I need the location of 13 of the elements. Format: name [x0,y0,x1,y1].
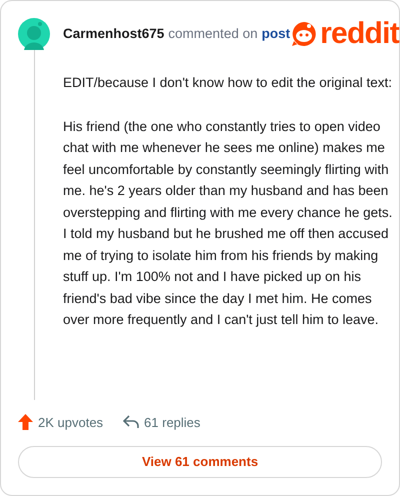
logo-text: reddit [320,19,399,49]
comment-paragraph: His friend (the one who constantly tries to open video chat with me whenever he sees me online) makes me feel uncomfortable by constantly seemingly flirting with me. he's 2 years older than my husband and has been overstepping and flirting with me every chance he gets. I told my husband but he brushed me off then accused me of trying to isolate him from his friends by making stuff up. I'm 100% not and I have picked up on his friend's bad vibe since the day I met him. He comes over more frequently and I can't just tell him to leave. [63,118,394,329]
reply-icon[interactable] [123,415,140,430]
comment-paragraph: EDIT/because I don't know how to edit the original text: [63,74,394,92]
reply-count: 61 replies [144,414,200,432]
view-comments-button[interactable]: View 61 comments [18,446,382,478]
username[interactable]: Carmenhost675 [63,24,164,44]
avatar-icon [18,18,50,50]
upvote-icon[interactable] [18,414,33,430]
logo-icon [290,20,318,48]
action-text: commented on [168,24,258,43]
post-link[interactable]: post [262,24,290,44]
upvote-count: 2K upvotes [38,414,104,432]
